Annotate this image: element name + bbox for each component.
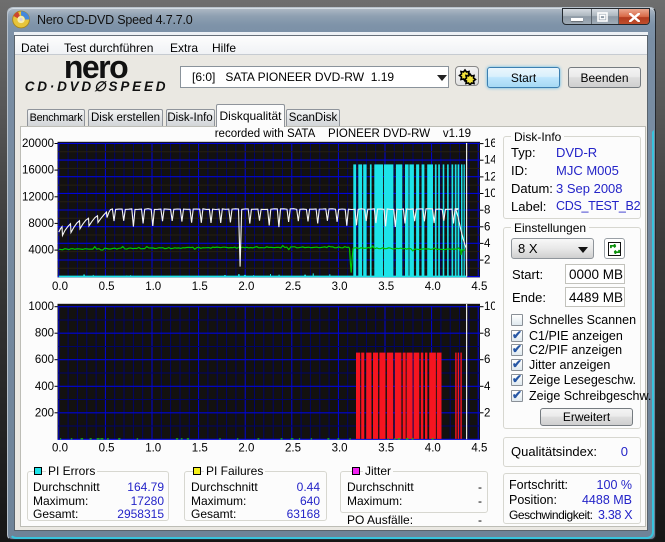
svg-text:2.0: 2.0 <box>238 281 254 293</box>
svg-text:recorded with SATA PIONEER: recorded with SATA PIONEER DVD-RW v1.19 <box>215 128 471 140</box>
svg-text:0.0: 0.0 <box>52 281 68 293</box>
svg-text:12000: 12000 <box>22 191 54 203</box>
svg-text:2.0: 2.0 <box>238 443 254 455</box>
svg-text:6: 6 <box>484 221 490 233</box>
svg-text:2: 2 <box>484 407 490 419</box>
svg-text:8: 8 <box>484 328 490 340</box>
svg-text:0.0: 0.0 <box>52 443 68 455</box>
svg-text:12: 12 <box>484 171 495 183</box>
svg-text:14: 14 <box>484 155 495 167</box>
svg-text:2: 2 <box>484 255 490 267</box>
svg-text:4.0: 4.0 <box>425 281 441 293</box>
svg-text:6: 6 <box>484 354 490 366</box>
svg-text:16: 16 <box>484 138 495 150</box>
svg-text:4.5: 4.5 <box>471 281 487 293</box>
svg-text:8: 8 <box>484 205 490 217</box>
svg-text:3.0: 3.0 <box>332 281 348 293</box>
svg-text:1.0: 1.0 <box>145 443 161 455</box>
svg-text:3.0: 3.0 <box>332 443 348 455</box>
svg-text:600: 600 <box>35 354 54 366</box>
svg-text:0.5: 0.5 <box>99 281 115 293</box>
svg-text:200: 200 <box>35 407 54 419</box>
svg-text:3.5: 3.5 <box>378 443 394 455</box>
svg-text:800: 800 <box>35 328 54 340</box>
svg-text:2.5: 2.5 <box>285 281 301 293</box>
svg-text:4.0: 4.0 <box>425 443 441 455</box>
svg-text:4000: 4000 <box>28 245 54 257</box>
svg-text:400: 400 <box>35 381 54 393</box>
svg-text:2.5: 2.5 <box>285 443 301 455</box>
svg-text:8000: 8000 <box>28 218 54 230</box>
svg-text:4.5: 4.5 <box>471 443 487 455</box>
svg-text:1000: 1000 <box>28 301 54 313</box>
svg-text:20000: 20000 <box>22 138 54 150</box>
svg-text:1.5: 1.5 <box>192 443 208 455</box>
svg-text:4: 4 <box>484 381 491 393</box>
svg-text:1.0: 1.0 <box>145 281 161 293</box>
svg-text:4: 4 <box>484 238 491 250</box>
svg-text:1.5: 1.5 <box>192 281 208 293</box>
svg-text:3.5: 3.5 <box>378 281 394 293</box>
svg-text:16000: 16000 <box>22 165 54 177</box>
svg-text:0.5: 0.5 <box>99 443 115 455</box>
svg-text:10: 10 <box>484 188 495 200</box>
svg-text:10: 10 <box>484 301 495 313</box>
